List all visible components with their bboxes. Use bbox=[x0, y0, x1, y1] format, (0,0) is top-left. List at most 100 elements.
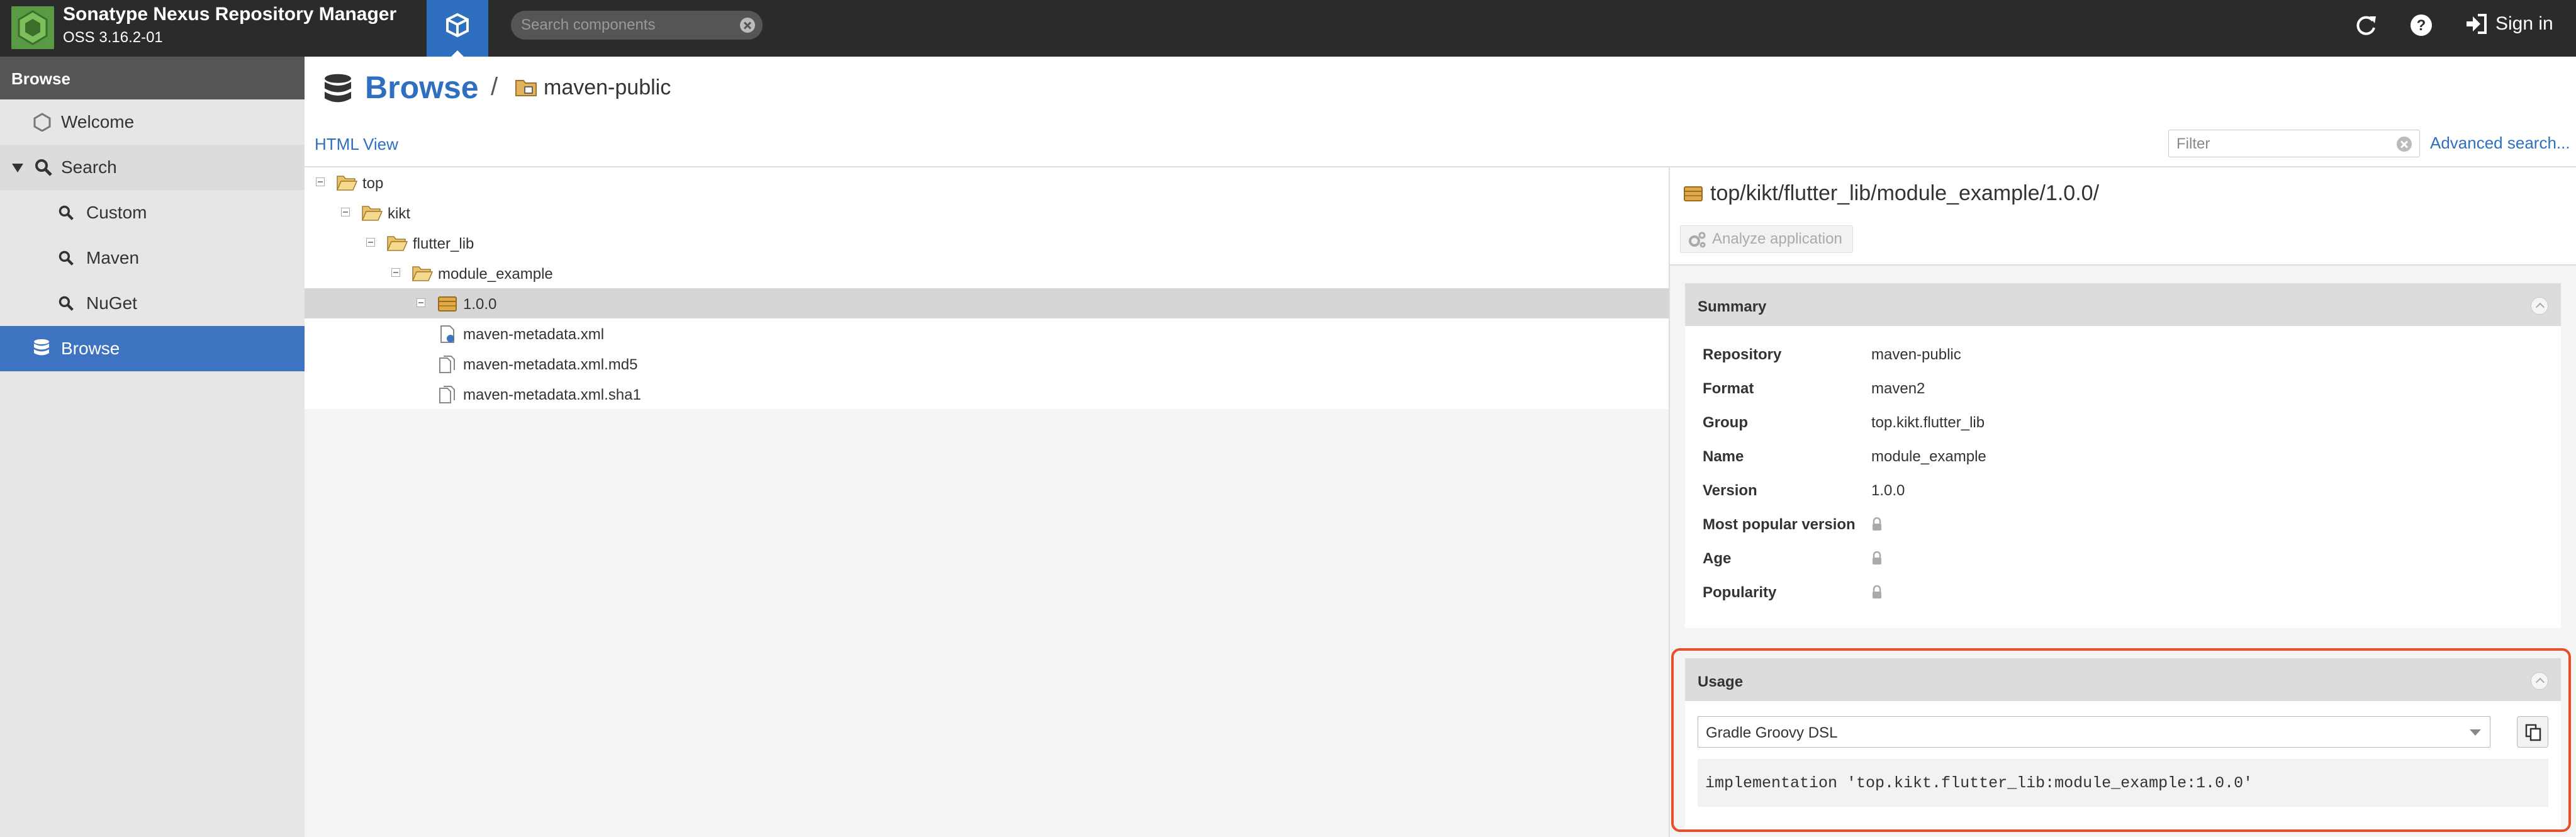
gears-icon bbox=[1689, 232, 1706, 248]
tree-node-label: kikt bbox=[388, 205, 410, 222]
sidebar-item-welcome[interactable]: Welcome bbox=[0, 99, 305, 145]
sign-in-label: Sign in bbox=[2495, 13, 2553, 34]
filter-field[interactable] bbox=[2168, 130, 2420, 157]
summary-key: Repository bbox=[1703, 346, 1782, 363]
summary-panel: Summary Repository maven-public Format m… bbox=[1685, 283, 2561, 628]
tree-node-label: flutter_lib bbox=[413, 235, 474, 252]
app-version: OSS 3.16.2-01 bbox=[63, 29, 163, 46]
html-view-link[interactable]: HTML View bbox=[315, 135, 398, 154]
folder-open-icon bbox=[336, 176, 357, 191]
sidebar-item-label: Search bbox=[61, 157, 117, 177]
summary-key: Popularity bbox=[1703, 584, 1777, 601]
database-icon bbox=[34, 339, 49, 356]
component-tree: top kikt flutter_lib module_example 1.0.… bbox=[305, 167, 1669, 837]
collapse-icon[interactable] bbox=[316, 177, 325, 186]
search-icon bbox=[59, 250, 74, 266]
svg-text:?: ? bbox=[2417, 17, 2426, 34]
file-icon bbox=[439, 356, 455, 373]
collapse-icon[interactable] bbox=[391, 268, 400, 277]
folder-open-icon bbox=[361, 206, 383, 221]
tree-node-label: 1.0.0 bbox=[463, 296, 497, 313]
summary-key: Age bbox=[1703, 550, 1732, 567]
top-bar: Sonatype Nexus Repository Manager OSS 3.… bbox=[0, 0, 2576, 57]
tree-node-1-0-0[interactable]: 1.0.0 bbox=[305, 288, 1669, 318]
summary-key: Name bbox=[1703, 448, 1744, 465]
sidebar-item-custom[interactable]: Custom bbox=[0, 190, 305, 235]
tree-node-flutter-lib[interactable]: flutter_lib bbox=[305, 228, 1669, 258]
tree-node-label: module_example bbox=[438, 266, 553, 283]
summary-panel-header[interactable]: Summary bbox=[1685, 283, 2561, 326]
tree-node-label: maven-metadata.xml.md5 bbox=[463, 356, 638, 373]
tree-node-maven-metadata-xml[interactable]: maven-metadata.xml bbox=[305, 318, 1669, 349]
help-icon[interactable]: ? bbox=[2407, 11, 2435, 39]
lock-icon bbox=[1873, 551, 1881, 565]
file-icon bbox=[439, 386, 455, 403]
sidebar: Browse Welcome Search Custom Maven NuGet… bbox=[0, 57, 305, 837]
component-search-input[interactable] bbox=[521, 16, 729, 35]
refresh-icon[interactable] bbox=[2352, 11, 2380, 39]
clear-filter-icon[interactable] bbox=[2397, 137, 2412, 152]
tree-node-module-example[interactable]: module_example bbox=[305, 258, 1669, 288]
sidebar-header: Browse bbox=[0, 57, 305, 99]
advanced-search-link[interactable]: Advanced search... bbox=[2430, 133, 2570, 153]
analyze-application-label: Analyze application bbox=[1712, 230, 1842, 247]
summary-key: Group bbox=[1703, 414, 1748, 431]
sidebar-item-label: Maven bbox=[86, 248, 140, 267]
tree-node-top[interactable]: top bbox=[305, 167, 1669, 198]
search-icon bbox=[35, 159, 52, 176]
tree-node-maven-metadata-md5[interactable]: maven-metadata.xml.md5 bbox=[305, 349, 1669, 379]
summary-key: Format bbox=[1703, 380, 1754, 397]
summary-value: maven2 bbox=[1871, 380, 1925, 397]
collapse-icon[interactable] bbox=[417, 298, 425, 307]
sidebar-item-nuget[interactable]: NuGet bbox=[0, 281, 305, 326]
active-mode-indicator bbox=[451, 50, 464, 57]
tree-node-kikt[interactable]: kikt bbox=[305, 198, 1669, 228]
usage-highlight-outline bbox=[1671, 648, 2571, 832]
folder-open-icon bbox=[386, 236, 408, 251]
tree-node-label: maven-metadata.xml.sha1 bbox=[463, 386, 641, 403]
breadcrumb-repository[interactable]: maven-public bbox=[544, 76, 671, 100]
summary-value: top.kikt.flutter_lib bbox=[1871, 414, 1985, 431]
search-icon bbox=[59, 296, 74, 311]
summary-value: module_example bbox=[1871, 448, 1986, 465]
component-search[interactable] bbox=[511, 11, 763, 40]
expand-triangle-icon[interactable] bbox=[11, 162, 24, 174]
detail-header: top/kikt/flutter_lib/module_example/1.0.… bbox=[1670, 167, 2576, 266]
repository-group-icon bbox=[515, 80, 537, 96]
breadcrumb-separator: / bbox=[491, 73, 498, 101]
sidebar-item-label: Browse bbox=[61, 339, 120, 358]
clear-search-icon[interactable] bbox=[740, 18, 755, 33]
cube-icon bbox=[446, 13, 469, 38]
summary-value: 1.0.0 bbox=[1871, 482, 1905, 499]
sidebar-item-maven[interactable]: Maven bbox=[0, 235, 305, 281]
lock-icon bbox=[1873, 585, 1881, 598]
sidebar-item-search[interactable]: Search bbox=[0, 145, 305, 190]
sign-in-icon bbox=[2467, 14, 2487, 34]
component-box-icon bbox=[1684, 186, 1703, 201]
component-box-icon bbox=[438, 296, 457, 312]
nexus-logo[interactable] bbox=[11, 6, 54, 49]
tree-node-label: top bbox=[362, 175, 384, 192]
summary-title: Summary bbox=[1698, 298, 1767, 315]
search-icon bbox=[59, 205, 74, 220]
database-icon bbox=[325, 74, 351, 103]
sidebar-item-browse[interactable]: Browse bbox=[0, 326, 305, 371]
browse-mode-button[interactable] bbox=[427, 0, 488, 57]
summary-key: Version bbox=[1703, 482, 1757, 499]
tree-node-maven-metadata-sha1[interactable]: maven-metadata.xml.sha1 bbox=[305, 379, 1669, 409]
folder-open-icon bbox=[412, 266, 433, 281]
xml-file-icon bbox=[440, 325, 454, 343]
analyze-application-button[interactable]: Analyze application bbox=[1680, 225, 1853, 253]
page-title: Browse bbox=[365, 70, 479, 105]
sidebar-item-label: Welcome bbox=[61, 112, 135, 132]
collapse-icon[interactable] bbox=[366, 238, 375, 247]
component-path: top/kikt/flutter_lib/module_example/1.0.… bbox=[1710, 181, 2100, 205]
app-title: Sonatype Nexus Repository Manager bbox=[63, 4, 397, 25]
collapse-icon[interactable] bbox=[2531, 297, 2548, 315]
lock-icon bbox=[1873, 517, 1881, 531]
sidebar-item-label: NuGet bbox=[86, 293, 137, 313]
sign-in-button[interactable]: Sign in bbox=[2464, 10, 2553, 38]
filter-input[interactable] bbox=[2176, 135, 2384, 153]
collapse-icon[interactable] bbox=[341, 208, 350, 216]
sidebar-item-label: Custom bbox=[86, 203, 147, 222]
